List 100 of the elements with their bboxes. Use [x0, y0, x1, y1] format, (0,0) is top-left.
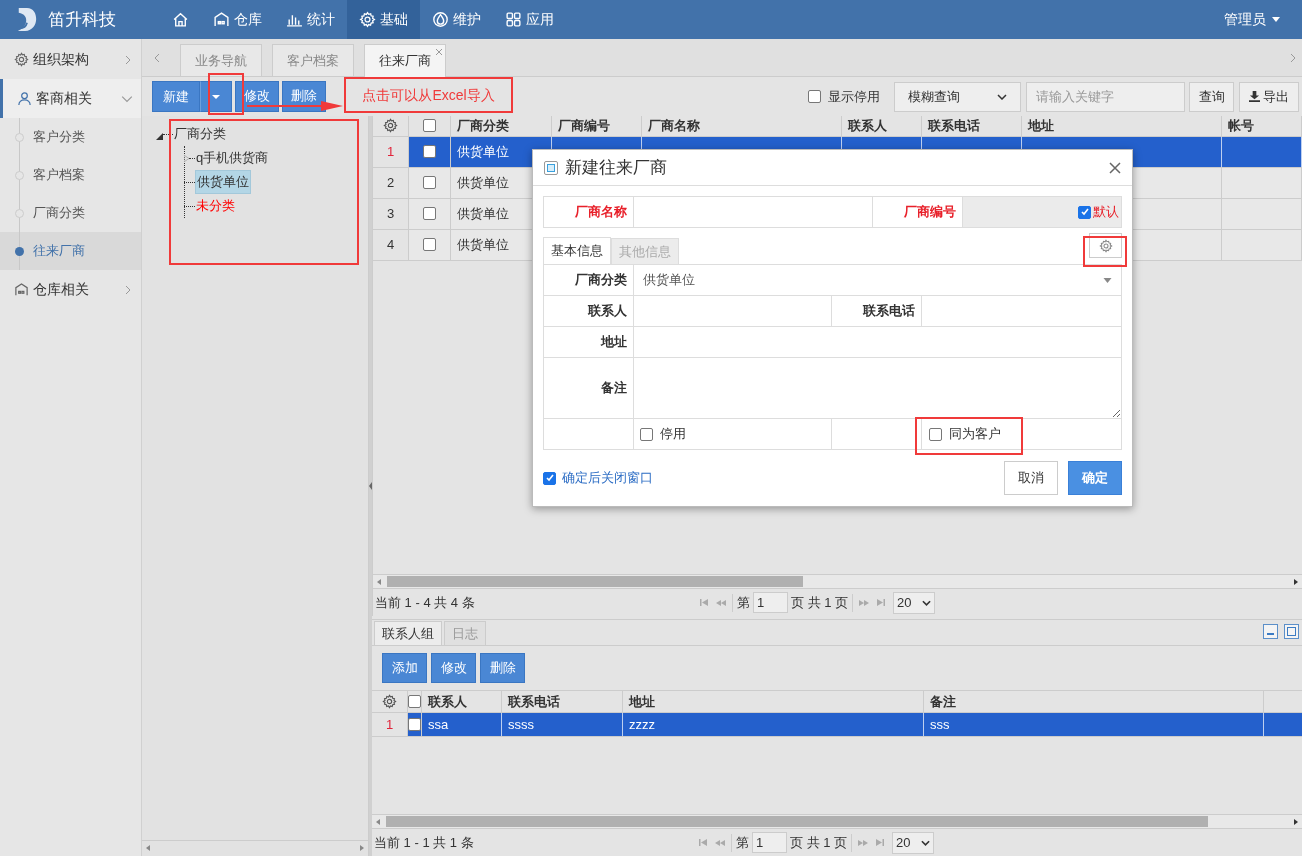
panel-tab[interactable]: 联系人组 [374, 621, 442, 645]
default-checkbox[interactable] [1078, 205, 1091, 219]
sidebar-subitem[interactable]: 厂商分类 [0, 194, 141, 232]
scroll-right-icon[interactable] [1288, 52, 1298, 64]
column-header[interactable]: 帐号 [1222, 116, 1302, 136]
panel-button[interactable]: 修改 [431, 653, 476, 683]
page-field[interactable]: 1 [753, 592, 788, 613]
customer-checkbox[interactable] [929, 427, 942, 441]
settings-button[interactable] [1089, 233, 1122, 258]
sidebar-item[interactable]: 客商相关 [0, 79, 141, 118]
user-menu[interactable]: 管理员 [1224, 0, 1302, 39]
sidebar-item[interactable]: 仓库相关 [0, 270, 141, 309]
expanded-triangle-icon[interactable] [156, 132, 163, 140]
select-all-checkbox[interactable] [408, 695, 421, 708]
table-cell: ssa [422, 713, 502, 736]
scroll-left-icon[interactable] [152, 51, 162, 64]
sidebar-subitem[interactable]: 客户档案 [0, 156, 141, 194]
chevron-icon [123, 54, 133, 65]
caret-icon [212, 94, 220, 99]
column-header[interactable]: 联系人 [842, 116, 922, 136]
bullet-icon [15, 246, 24, 256]
maximize-icon[interactable] [1284, 624, 1299, 639]
page-label: 第 [736, 833, 749, 852]
scroll-left-arrow-icon[interactable] [376, 818, 380, 825]
sidebar-item[interactable]: 组织架构 [0, 40, 141, 79]
row-checkbox[interactable] [423, 238, 436, 251]
tree-node[interactable]: q手机供货商 [195, 147, 270, 169]
row-checkbox[interactable] [408, 718, 421, 731]
page-tab[interactable]: 往来厂商 [364, 44, 446, 77]
bullet-icon [15, 170, 24, 180]
row-checkbox[interactable] [423, 176, 436, 189]
page-label: 第 [737, 593, 750, 612]
checkbox-label: 显示停用 [828, 87, 880, 106]
search-mode-select[interactable]: 模糊查询 [894, 81, 1021, 112]
nav-item[interactable]: 统计 [274, 0, 347, 39]
page-size-select[interactable]: 20 [892, 831, 935, 854]
panel-button[interactable]: 删除 [480, 653, 525, 683]
pager-summary: 当前 1 - 4 共 4 条 [375, 593, 476, 612]
horizontal-scrollbar[interactable] [372, 814, 1302, 828]
settings-icon [359, 11, 376, 28]
scroll-left-arrow-icon[interactable] [377, 578, 381, 585]
new-button[interactable]: 新建 [152, 81, 200, 112]
chevron-icon [921, 839, 931, 846]
close-after-checkbox[interactable] [543, 471, 556, 485]
column-header[interactable]: 联系电话 [922, 116, 1022, 136]
column-header[interactable]: 联系人 [422, 691, 502, 712]
tree-node[interactable]: 供货单位 [195, 170, 251, 194]
column-header[interactable]: 联系电话 [502, 691, 623, 712]
name-field[interactable] [633, 196, 873, 228]
table-row[interactable]: 1 ssa ssss zzzz sss [372, 713, 1302, 737]
sidebar-subitem[interactable]: 往来厂商 [0, 232, 141, 270]
nav-item[interactable]: 应用 [493, 0, 566, 39]
chevron-icon [123, 284, 133, 295]
tree-node[interactable]: 厂商分类 [173, 124, 227, 144]
query-button[interactable]: 查询 [1189, 81, 1234, 112]
bullet-icon [15, 208, 24, 218]
search-field[interactable]: 请输入关键字 [1026, 81, 1185, 112]
cancel-button[interactable]: 取消 [1004, 461, 1058, 495]
column-header[interactable]: 厂商名称 [642, 116, 842, 136]
collapse-arrow-icon[interactable] [369, 482, 372, 490]
sidebar-subitem[interactable]: 客户分类 [0, 118, 141, 156]
collapsed-triangle-icon[interactable] [184, 154, 189, 162]
toolbar-button[interactable]: 删除 [282, 81, 326, 112]
highlight-frame [1083, 236, 1127, 267]
column-header[interactable]: 厂商编号 [552, 116, 642, 136]
nav-item[interactable]: 仓库 [201, 0, 274, 39]
select-all-checkbox[interactable] [423, 119, 436, 133]
highlight-frame [208, 73, 244, 115]
page-field[interactable]: 1 [752, 832, 787, 853]
row-checkbox[interactable] [423, 207, 436, 220]
code-field[interactable]: 默认 [962, 196, 1122, 228]
minimize-icon[interactable] [1263, 624, 1278, 639]
bullet-icon [15, 132, 24, 142]
close-icon[interactable] [1109, 161, 1121, 174]
scroll-right-arrow-icon[interactable] [1294, 818, 1298, 825]
row-number: 3 [373, 198, 409, 229]
scroll-right-arrow-icon[interactable] [1294, 578, 1298, 585]
nav-item[interactable]: 维护 [420, 0, 493, 39]
column-header[interactable]: 厂商分类 [451, 116, 552, 136]
table-cell: zzzz [623, 713, 924, 736]
column-header[interactable]: 地址 [1022, 116, 1222, 136]
house-icon [14, 282, 29, 297]
annotation-callout: 点击可以从Excel导入 [344, 77, 513, 113]
form-tab[interactable]: 基本信息 [543, 237, 611, 264]
scroll-left-arrow-icon[interactable] [146, 844, 150, 851]
column-header[interactable]: 备注 [924, 691, 1264, 712]
checkbox-label: 同为客户 [949, 425, 1001, 444]
caret-icon [1272, 17, 1280, 22]
settings-icon[interactable] [383, 118, 398, 134]
table-cell: ssss [502, 713, 623, 736]
column-header[interactable]: 地址 [623, 691, 924, 712]
panel-button[interactable]: 添加 [382, 653, 427, 683]
page-count: 页 共 1 页 [790, 833, 848, 852]
row-checkbox[interactable] [423, 145, 436, 158]
toolbar-button[interactable]: 修改 [235, 81, 279, 112]
horizontal-scrollbar[interactable] [373, 574, 1302, 588]
page-size-select[interactable]: 20 [893, 591, 936, 614]
nav-item[interactable]: 基础 [347, 0, 420, 39]
export-button[interactable]: 导出 [1239, 81, 1299, 112]
settings-icon[interactable] [382, 694, 397, 709]
